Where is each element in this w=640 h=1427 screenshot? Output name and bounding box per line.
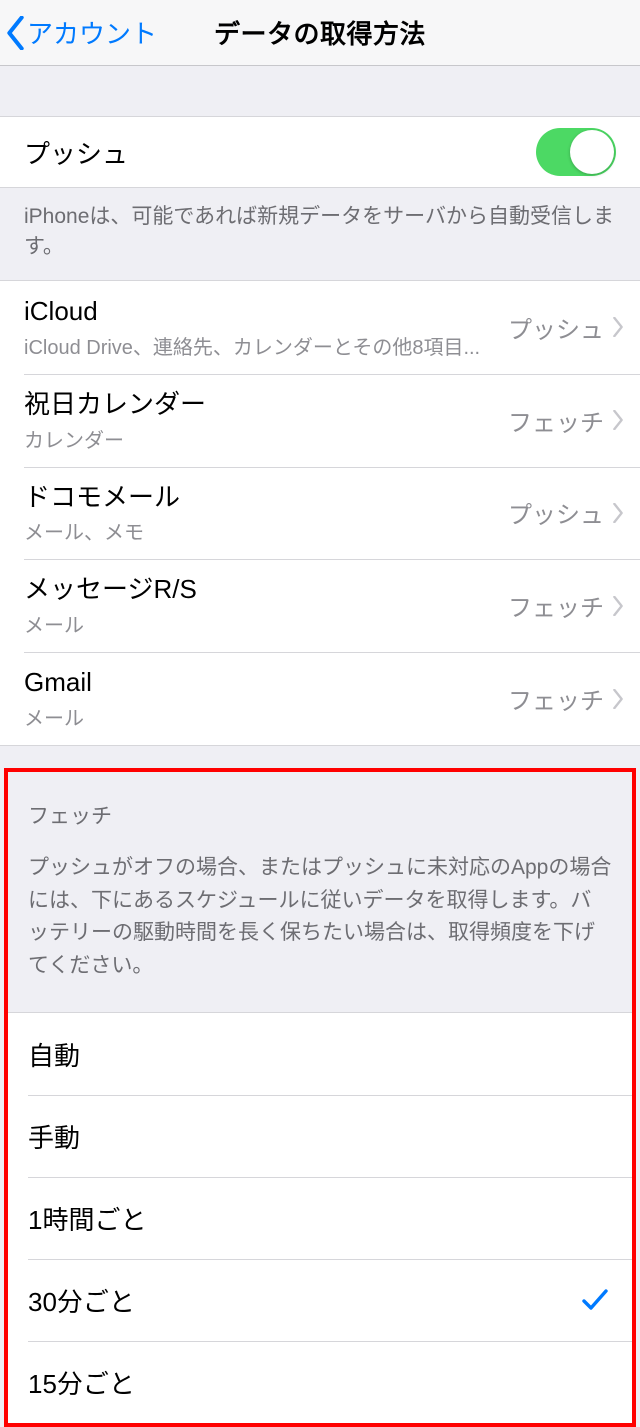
account-title: ドコモメール — [24, 481, 508, 515]
account-mode: フェッチ — [508, 588, 604, 623]
fetch-section-header: フェッチ — [8, 772, 632, 834]
account-subtitle: メール、メモ — [24, 516, 508, 545]
account-subtitle: メール — [24, 702, 508, 731]
account-subtitle: カレンダー — [24, 424, 508, 453]
navbar: アカウント データの取得方法 — [0, 0, 640, 66]
fetch-option[interactable]: 手動 — [8, 1095, 632, 1177]
back-button[interactable]: アカウント — [6, 0, 157, 65]
chevron-right-icon — [612, 410, 624, 430]
account-mode: フェッチ — [508, 403, 604, 438]
fetch-section-description: プッシュがオフの場合、またはプッシュに未対応のAppの場合には、下にあるスケジュ… — [8, 834, 632, 1012]
fetch-option[interactable]: 自動 — [8, 1013, 632, 1095]
account-mode: プッシュ — [508, 495, 604, 530]
fetch-option-label: 1時間ごと — [28, 1200, 146, 1237]
fetch-option[interactable]: 30分ごと — [8, 1259, 632, 1341]
account-mode: フェッチ — [508, 681, 604, 716]
push-switch[interactable] — [536, 128, 616, 176]
checkmark-icon — [582, 1289, 608, 1311]
fetch-option[interactable]: 1時間ごと — [8, 1177, 632, 1259]
account-list: iCloud iCloud Drive、連絡先、カレンダーとその他8項目... … — [0, 280, 640, 746]
switch-knob — [570, 130, 614, 174]
fetch-option[interactable]: 15分ごと — [8, 1341, 632, 1423]
account-row[interactable]: メッセージR/S メール フェッチ — [0, 559, 640, 652]
account-title: iCloud — [24, 295, 508, 329]
chevron-right-icon — [612, 689, 624, 709]
fetch-option-label: 30分ごと — [28, 1282, 135, 1319]
push-footer: iPhoneは、可能であれば新規データをサーバから自動受信します。 — [0, 188, 640, 280]
account-title: Gmail — [24, 666, 508, 700]
account-row[interactable]: ドコモメール メール、メモ プッシュ — [0, 467, 640, 560]
account-title: メッセージR/S — [24, 573, 508, 607]
push-label: プッシュ — [24, 134, 128, 171]
fetch-option-list: 自動 手動 1時間ごと 30分ごと 15分ごと — [8, 1012, 632, 1423]
chevron-right-icon — [612, 317, 624, 337]
account-mode: プッシュ — [508, 310, 604, 345]
chevron-right-icon — [612, 503, 624, 523]
account-row[interactable]: Gmail メール フェッチ — [0, 652, 640, 745]
chevron-left-icon — [6, 16, 25, 50]
fetch-option-label: 自動 — [28, 1036, 80, 1073]
fetch-option-label: 手動 — [28, 1118, 80, 1155]
page-title: データの取得方法 — [214, 14, 426, 51]
account-row[interactable]: iCloud iCloud Drive、連絡先、カレンダーとその他8項目... … — [0, 281, 640, 374]
push-row: プッシュ — [0, 116, 640, 188]
back-label: アカウント — [27, 14, 157, 51]
fetch-option-label: 15分ごと — [28, 1364, 135, 1401]
fetch-highlight-frame: フェッチ プッシュがオフの場合、またはプッシュに未対応のAppの場合には、下にあ… — [4, 768, 636, 1427]
spacer — [0, 66, 640, 116]
account-row[interactable]: 祝日カレンダー カレンダー フェッチ — [0, 374, 640, 467]
account-subtitle: iCloud Drive、連絡先、カレンダーとその他8項目... — [24, 331, 508, 360]
account-subtitle: メール — [24, 609, 508, 638]
chevron-right-icon — [612, 596, 624, 616]
account-title: 祝日カレンダー — [24, 388, 508, 422]
